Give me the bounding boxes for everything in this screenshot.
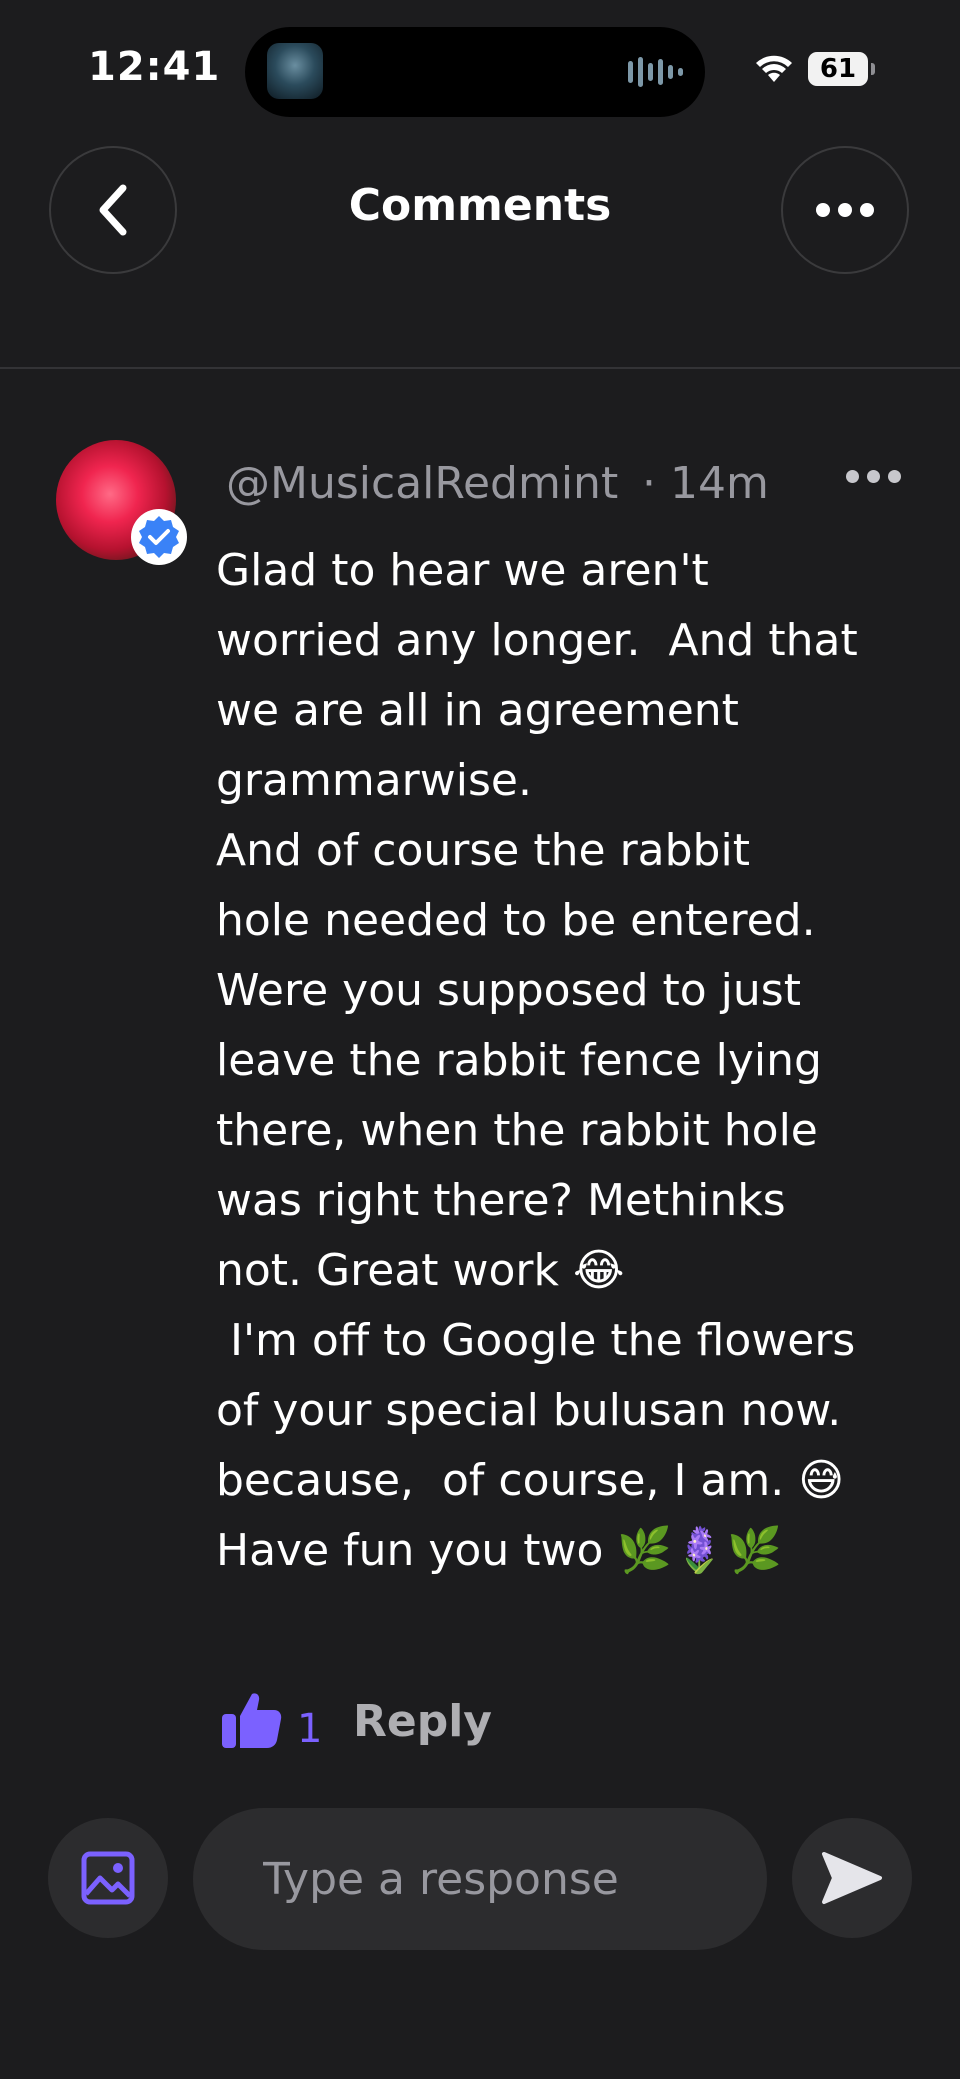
- comment-line: was right there? Methinks: [216, 1175, 786, 1226]
- comment-username[interactable]: @MusicalRedmint: [226, 458, 618, 509]
- comment-line: And of course the rabbit: [216, 825, 750, 876]
- comment-line: we are all in agreement: [216, 685, 739, 736]
- dot-icon: [888, 470, 901, 483]
- dynamic-island: [245, 27, 705, 117]
- comment-line: Have fun you two 🌿🪻🌿: [216, 1525, 782, 1576]
- dot-icon: [846, 470, 859, 483]
- comment-body: Glad to hear we aren't worried any longe…: [216, 536, 916, 1586]
- thumbs-up-icon[interactable]: [220, 1688, 284, 1752]
- like-count: 1: [297, 1706, 323, 1752]
- attach-image-button[interactable]: [48, 1818, 168, 1938]
- battery-indicator: 61: [808, 52, 875, 86]
- comment-line: Glad to hear we aren't: [216, 545, 709, 596]
- comment-line: Were you supposed to just: [216, 965, 801, 1016]
- response-input[interactable]: [193, 1808, 767, 1950]
- comment-line: of your special bulusan now.: [216, 1385, 842, 1436]
- ellipsis-icon: [816, 203, 874, 217]
- comment-line: not. Great work 😂: [216, 1245, 625, 1296]
- image-icon: [81, 1851, 135, 1905]
- comment-line: hole needed to be entered.: [216, 895, 816, 946]
- header-divider: [0, 367, 960, 369]
- comment-line: grammarwise.: [216, 755, 532, 806]
- verified-check-icon: [139, 516, 179, 558]
- send-icon: [822, 1852, 882, 1904]
- comment-timestamp: · 14m: [642, 458, 769, 509]
- send-button[interactable]: [792, 1818, 912, 1938]
- more-options-button[interactable]: [781, 146, 909, 274]
- audio-waveform-icon: [628, 55, 683, 89]
- comment-line: leave the rabbit fence lying: [216, 1035, 822, 1086]
- now-playing-artwork: [267, 43, 323, 99]
- reply-button[interactable]: Reply: [353, 1696, 492, 1747]
- comment-line: I'm off to Google the flowers: [216, 1315, 856, 1366]
- comment-more-button[interactable]: [846, 470, 901, 483]
- comment-line: worried any longer. And that: [216, 615, 858, 666]
- wifi-icon: [756, 55, 792, 82]
- status-time: 12:41: [88, 44, 221, 90]
- dot-icon: [867, 470, 880, 483]
- verified-badge: [131, 509, 187, 565]
- comment-line: because, of course, I am. 😅: [216, 1455, 845, 1506]
- comment-line: there, when the rabbit hole: [216, 1105, 818, 1156]
